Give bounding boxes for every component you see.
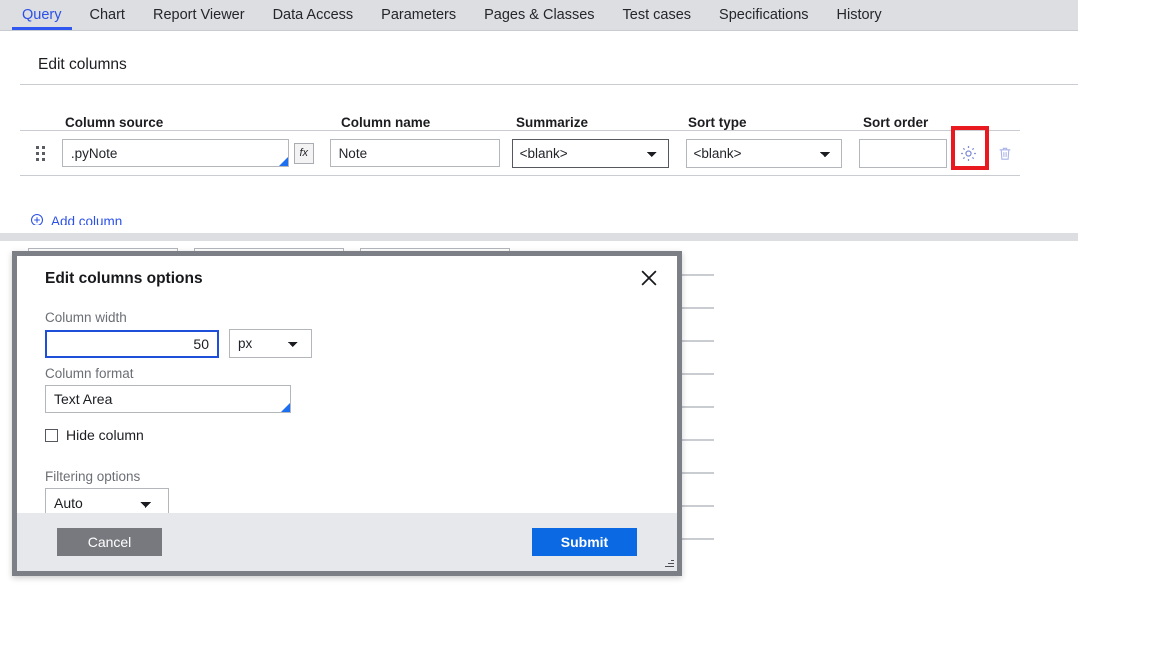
panel-divider: [20, 84, 1078, 85]
trash-icon[interactable]: [997, 145, 1013, 162]
header-sort-order: Sort order: [863, 115, 929, 130]
hide-column-checkbox[interactable]: [45, 428, 58, 442]
background-separator-strip: [0, 233, 1078, 241]
edit-columns-options-dialog: Edit columns options Column width px Col…: [12, 251, 682, 576]
sort-order-input[interactable]: [859, 138, 948, 168]
tab-data-access[interactable]: Data Access: [259, 0, 368, 30]
header-column-name: Column name: [341, 115, 431, 130]
tab-pages-and-classes[interactable]: Pages & Classes: [470, 0, 608, 30]
formula-fx-button[interactable]: fx: [293, 142, 314, 164]
tab-label: Query: [22, 7, 62, 23]
main-tab-bar: Query Chart Report Viewer Data Access Pa…: [0, 0, 1078, 31]
close-icon[interactable]: [635, 264, 663, 292]
tab-test-cases[interactable]: Test cases: [609, 0, 706, 30]
column-name-input[interactable]: [329, 139, 500, 167]
tab-specifications[interactable]: Specifications: [705, 0, 822, 30]
header-sort-type: Sort type: [688, 115, 747, 130]
delete-column-cell: [990, 145, 1020, 162]
filtering-options-label: Filtering options: [45, 469, 141, 484]
hide-column-checkbox-row[interactable]: Hide column: [45, 427, 649, 443]
drag-dots-icon[interactable]: [20, 145, 62, 161]
column-width-label: Column width: [45, 310, 127, 325]
edit-columns-table: Column source Column name Summarize Sort…: [20, 99, 1020, 176]
column-options-cell: [947, 125, 990, 170]
tab-label: Pages & Classes: [484, 7, 595, 23]
tab-label: Test cases: [622, 7, 692, 23]
header-summarize: Summarize: [516, 115, 589, 130]
tab-label: History: [836, 7, 882, 23]
gear-icon[interactable]: [959, 144, 978, 163]
table-row: fx <blank> <blank>: [20, 125, 1020, 176]
column-width-row: px: [45, 329, 649, 358]
table-header-row: Column source Column name Summarize Sort…: [20, 99, 1020, 131]
tab-label: Chart: [89, 7, 125, 23]
column-format-field: [45, 385, 291, 413]
dialog-footer: Cancel Submit: [17, 513, 677, 571]
tab-parameters[interactable]: Parameters: [367, 0, 470, 30]
summarize-select[interactable]: <blank>: [511, 138, 669, 168]
page-title: Edit columns: [38, 56, 127, 73]
resize-grip-icon[interactable]: [664, 558, 674, 568]
tab-report-viewer[interactable]: Report Viewer: [139, 0, 259, 30]
tab-label: Parameters: [381, 7, 457, 23]
tab-history[interactable]: History: [823, 0, 896, 30]
column-width-input[interactable]: [45, 329, 219, 358]
submit-button[interactable]: Submit: [532, 528, 637, 556]
dialog-title: Edit columns options: [45, 270, 203, 287]
app-root: Query Chart Report Viewer Data Access Pa…: [0, 0, 1152, 648]
column-source-cell: [61, 139, 289, 167]
header-column-source: Column source: [65, 115, 164, 130]
sort-type-select[interactable]: <blank>: [685, 138, 843, 168]
tab-label: Specifications: [719, 7, 809, 23]
column-format-label: Column format: [45, 366, 134, 381]
edit-columns-panel: Edit columns Column source Column name S…: [0, 31, 1078, 229]
tab-label: Report Viewer: [152, 7, 245, 23]
tab-query[interactable]: Query: [8, 0, 76, 30]
column-source-input[interactable]: [61, 139, 289, 167]
tab-chart[interactable]: Chart: [76, 0, 139, 30]
dialog-body: Column width px Column format Hide colum…: [17, 310, 677, 517]
column-format-input[interactable]: [45, 385, 291, 413]
tab-label: Data Access: [272, 7, 354, 23]
column-width-unit-select[interactable]: px: [229, 329, 312, 358]
hide-column-label: Hide column: [66, 427, 144, 443]
dialog-header: Edit columns options: [17, 256, 677, 302]
cancel-button[interactable]: Cancel: [57, 528, 162, 556]
